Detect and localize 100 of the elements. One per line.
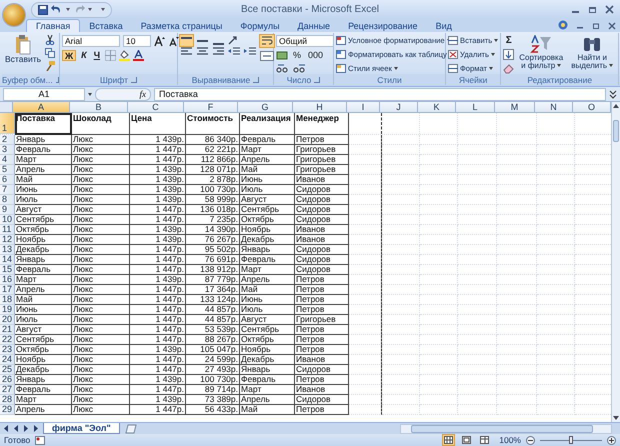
view-button[interactable] xyxy=(478,434,492,446)
row-header[interactable]: 29 xyxy=(0,405,15,415)
find-select-button[interactable]: Найти и выделить xyxy=(568,35,616,70)
zoom-slider-thumb[interactable] xyxy=(569,436,573,444)
row-header[interactable]: 6 xyxy=(0,175,15,185)
zoom-level[interactable]: 100% xyxy=(499,435,521,445)
sheet-tab[interactable]: фирма "Эол" xyxy=(43,423,120,434)
restore-icon[interactable] xyxy=(588,5,597,14)
zoom-in-icon[interactable] xyxy=(607,436,616,444)
row-header[interactable]: 15 xyxy=(0,265,15,275)
underline-button[interactable]: Ч xyxy=(92,50,102,61)
column-header[interactable]: C xyxy=(128,102,184,113)
ribbon-tab[interactable]: Главная xyxy=(26,19,80,32)
column-header[interactable]: I xyxy=(347,102,380,113)
column-header[interactable]: H xyxy=(293,102,347,113)
bold-button[interactable]: Ж xyxy=(62,50,76,61)
column-header[interactable]: K xyxy=(418,102,456,113)
row-header[interactable]: 21 xyxy=(0,325,15,335)
dialog-launcher-icon[interactable] xyxy=(56,76,59,82)
fill-icon[interactable] xyxy=(503,49,514,60)
row-header[interactable]: 7 xyxy=(0,185,15,195)
column-header[interactable]: L xyxy=(456,102,495,113)
row-header[interactable]: 10 xyxy=(0,215,15,225)
thousands-button[interactable]: 000 xyxy=(306,50,326,61)
scrollbar-thumb[interactable] xyxy=(613,120,619,142)
column-header[interactable]: G xyxy=(238,102,293,113)
row-header[interactable]: 9 xyxy=(0,205,15,215)
decrease-indent-icon[interactable] xyxy=(228,46,241,57)
sort-filter-button[interactable]: Сортировка и фильтр xyxy=(517,35,566,70)
insert-function-button[interactable]: fx xyxy=(140,88,146,100)
cut-icon[interactable] xyxy=(45,35,56,45)
row-header[interactable]: 26 xyxy=(0,375,15,385)
view-button[interactable] xyxy=(442,434,456,446)
font-size-field[interactable]: 10 xyxy=(123,35,151,47)
column-header[interactable]: J xyxy=(380,102,418,113)
ribbon-tab[interactable]: Вставка xyxy=(80,19,132,32)
undo-icon[interactable] xyxy=(51,4,63,14)
merge-cells-icon[interactable] xyxy=(260,50,274,62)
caret-icon[interactable] xyxy=(88,92,92,96)
row-header[interactable]: 27 xyxy=(0,385,15,395)
ribbon-tab[interactable]: Разметка страницы xyxy=(132,19,232,32)
row-header[interactable]: 8 xyxy=(0,195,15,205)
row-header[interactable]: 4 xyxy=(0,155,15,165)
formula-field[interactable]: Поставка xyxy=(154,88,606,100)
column-header[interactable]: N xyxy=(535,102,573,113)
percent-button[interactable]: % xyxy=(291,50,304,61)
fill-color-icon[interactable] xyxy=(119,50,130,61)
decrease-decimal-icon[interactable] xyxy=(293,64,307,74)
column-header[interactable]: F xyxy=(184,102,238,113)
wrap-text-icon[interactable] xyxy=(260,35,274,47)
close-icon[interactable] xyxy=(608,22,616,30)
row-header[interactable]: 2 xyxy=(0,135,15,145)
ribbon-tab[interactable]: Вид xyxy=(426,19,461,32)
row-header[interactable]: 18 xyxy=(0,295,15,305)
text-align-icon[interactable] xyxy=(212,46,225,57)
name-box[interactable]: A1 xyxy=(3,88,85,100)
font-name-field[interactable]: Arial xyxy=(62,35,120,47)
row-header[interactable]: 5 xyxy=(0,165,15,175)
ribbon-tab[interactable]: Рецензирование xyxy=(339,19,427,32)
view-button[interactable] xyxy=(460,434,474,446)
autosum-button[interactable]: Σ xyxy=(504,35,514,46)
zoom-out-icon[interactable] xyxy=(526,436,535,444)
save-icon[interactable] xyxy=(38,4,48,14)
row-header[interactable]: 22 xyxy=(0,335,15,345)
italic-button[interactable]: К xyxy=(79,50,89,61)
restore-icon[interactable] xyxy=(592,22,600,30)
macro-record-icon[interactable] xyxy=(35,436,46,444)
expand-icon[interactable] xyxy=(609,90,617,98)
row-header[interactable]: 14 xyxy=(0,255,15,265)
horizontal-scrollbar[interactable] xyxy=(400,424,612,434)
increase-indent-icon[interactable] xyxy=(244,46,257,57)
row-header[interactable]: 24 xyxy=(0,355,15,365)
vertical-align-icon[interactable] xyxy=(180,35,193,46)
column-header[interactable]: O xyxy=(573,102,611,113)
row-header[interactable]: 28 xyxy=(0,395,15,405)
grow-font-icon[interactable] xyxy=(154,36,165,46)
caret-icon[interactable] xyxy=(88,8,92,11)
row-header[interactable]: 23 xyxy=(0,345,15,355)
row-header[interactable]: 17 xyxy=(0,285,15,295)
ribbon-tab[interactable]: Формулы xyxy=(231,19,289,32)
column-header[interactable]: B xyxy=(70,102,128,113)
currency-icon[interactable] xyxy=(276,50,288,60)
font-color-icon[interactable] xyxy=(133,50,144,61)
increase-decimal-icon[interactable] xyxy=(276,64,290,74)
column-header[interactable]: M xyxy=(495,102,535,113)
close-icon[interactable] xyxy=(605,5,614,14)
scroll-up-icon[interactable] xyxy=(613,104,619,108)
text-align-icon[interactable] xyxy=(196,46,209,57)
paste-button[interactable]: Вставить xyxy=(4,35,42,64)
dialog-launcher-icon[interactable] xyxy=(253,76,260,82)
row-header[interactable]: 25 xyxy=(0,365,15,375)
row-header[interactable]: 11 xyxy=(0,225,15,235)
caret-icon[interactable] xyxy=(66,8,70,11)
row-header[interactable]: 13 xyxy=(0,245,15,255)
row-header[interactable]: 3 xyxy=(0,145,15,155)
shrink-font-icon[interactable] xyxy=(168,36,179,46)
format-painter-icon[interactable] xyxy=(45,61,56,71)
number-format-field[interactable]: Общий xyxy=(276,35,334,47)
row-header[interactable]: 16 xyxy=(0,275,15,285)
row-header[interactable]: 1 xyxy=(0,113,15,134)
